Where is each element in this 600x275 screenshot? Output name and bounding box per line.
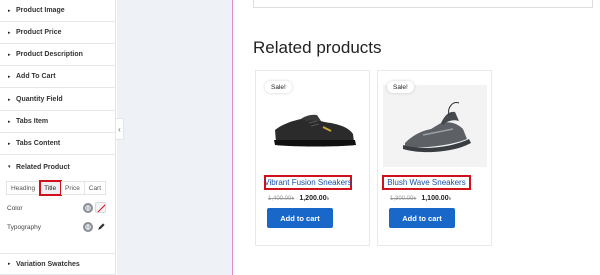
section-label: Tabs Item bbox=[16, 118, 49, 125]
sale-price: 1,100.00 bbox=[421, 195, 449, 202]
tab-price[interactable]: Price bbox=[61, 181, 85, 195]
add-to-cart-button[interactable]: Add to cart bbox=[267, 208, 333, 228]
currency-symbol: ৳ bbox=[326, 196, 330, 202]
section-label: Product Description bbox=[16, 51, 83, 58]
sale-price: 1,200.00 bbox=[299, 195, 327, 202]
collapsed-arrow-icon: ▸ bbox=[8, 96, 11, 103]
product-card: Sale! Blush Wave Sneakers 1,300.00৳ 1,100… bbox=[377, 70, 492, 246]
section-product-price[interactable]: ▸ Product Price bbox=[0, 22, 116, 44]
section-add-to-cart[interactable]: ▸ Add To Cart bbox=[0, 66, 116, 88]
product-title-link[interactable]: Vibrant Fusion Sneakers bbox=[264, 175, 352, 190]
color-label: Color bbox=[7, 205, 23, 212]
currency-symbol: ৳ bbox=[448, 196, 452, 202]
section-label: Add To Cart bbox=[16, 73, 56, 80]
old-price: 1,400.00৳ bbox=[268, 196, 295, 202]
section-label: Related Product bbox=[16, 163, 70, 171]
canvas-background bbox=[117, 0, 232, 275]
collapsed-arrow-icon: ▸ bbox=[8, 51, 11, 58]
collapsed-arrow-icon: ▸ bbox=[8, 7, 11, 14]
section-label: Variation Swatches bbox=[16, 260, 80, 268]
product-title-link[interactable]: Blush Wave Sneakers bbox=[382, 175, 471, 190]
section-label: Tabs Content bbox=[16, 140, 61, 147]
old-price: 1,300.00৳ bbox=[390, 196, 417, 202]
tab-cart[interactable]: Cart bbox=[84, 181, 106, 195]
sale-badge: Sale! bbox=[387, 81, 414, 93]
related-products-heading: Related products bbox=[253, 38, 382, 57]
section-product-description[interactable]: ▸ Product Description bbox=[0, 44, 116, 66]
section-related-product[interactable]: ▾ Related Product bbox=[0, 156, 116, 178]
section-product-image[interactable]: ▸ Product Image bbox=[0, 0, 116, 22]
product-price: 1,400.00৳ 1,200.00৳ bbox=[268, 193, 329, 204]
style-tabs: Heading Title Price Cart bbox=[6, 180, 106, 196]
expanded-arrow-icon: ▾ bbox=[8, 164, 11, 170]
section-label: Quantity Field bbox=[16, 96, 63, 103]
sneaker-dark-icon bbox=[274, 114, 356, 147]
globe-icon[interactable] bbox=[83, 222, 93, 232]
typography-label: Typography bbox=[7, 224, 41, 231]
product-image[interactable] bbox=[261, 85, 365, 167]
collapsed-arrow-icon: ▸ bbox=[8, 261, 11, 267]
pencil-icon[interactable] bbox=[95, 221, 106, 232]
add-to-cart-button[interactable]: Add to cart bbox=[389, 208, 455, 228]
collapsed-arrow-icon: ▸ bbox=[8, 29, 11, 36]
tab-title[interactable]: Title bbox=[39, 180, 63, 196]
top-section-box bbox=[253, 0, 593, 8]
sneaker-grey-icon bbox=[403, 102, 471, 153]
color-swatch-icon[interactable] bbox=[95, 202, 106, 213]
globe-icon[interactable] bbox=[83, 203, 93, 213]
product-price: 1,300.00৳ 1,100.00৳ bbox=[390, 193, 451, 204]
collapsed-arrow-icon: ▸ bbox=[8, 118, 11, 125]
tab-heading[interactable]: Heading bbox=[6, 181, 41, 195]
collapsed-arrow-icon: ▸ bbox=[8, 73, 11, 80]
section-variation-swatches[interactable]: ▸ Variation Swatches bbox=[0, 253, 116, 275]
section-quantity-field[interactable]: ▸ Quantity Field bbox=[0, 89, 116, 111]
collapsed-arrow-icon: ▸ bbox=[8, 140, 11, 147]
product-card: Sale! Vibrant Fusion Sneakers 1,400.00৳ 1… bbox=[255, 70, 370, 246]
editor-panel: ▸ Product Image ▸ Product Price ▸ Produc… bbox=[0, 0, 116, 275]
panel-collapse-handle[interactable]: ‹ bbox=[116, 118, 124, 140]
section-label: Product Image bbox=[16, 7, 65, 14]
section-tabs-content[interactable]: ▸ Tabs Content bbox=[0, 133, 116, 155]
product-image[interactable] bbox=[383, 85, 487, 167]
section-tabs-item[interactable]: ▸ Tabs Item bbox=[0, 111, 116, 133]
section-label: Product Price bbox=[16, 29, 62, 36]
sale-badge: Sale! bbox=[265, 81, 292, 93]
